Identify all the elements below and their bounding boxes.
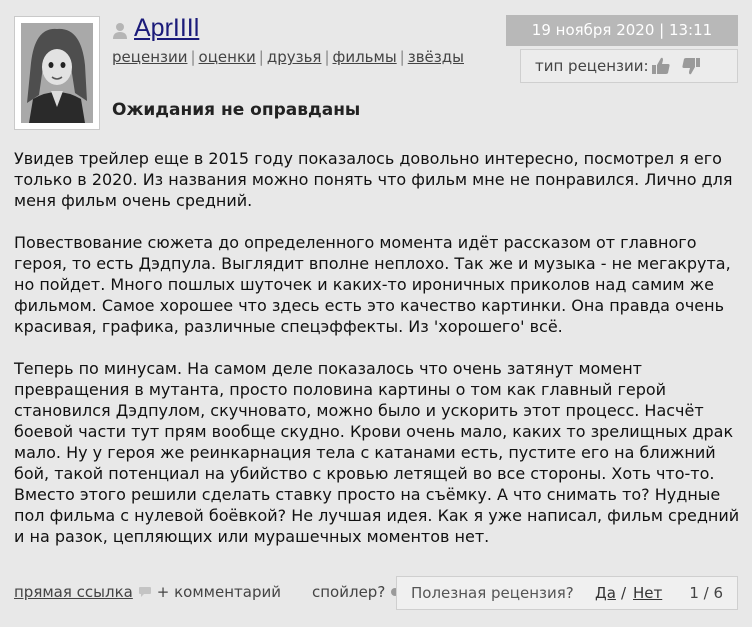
tab-reviews[interactable]: рецензии <box>112 48 187 66</box>
user-icon <box>112 22 128 40</box>
tab-separator: | <box>399 48 405 66</box>
tab-separator: | <box>190 48 196 66</box>
useful-count: 1 / 6 <box>689 584 723 602</box>
username-link[interactable]: AprIIIl <box>134 14 199 43</box>
comment-icon <box>139 587 151 597</box>
tab-stars[interactable]: звёзды <box>408 48 464 66</box>
direct-link[interactable]: прямая ссылка <box>14 583 133 601</box>
thumbs-up-icon[interactable] <box>651 56 671 76</box>
spoiler-toggle[interactable]: спойлер? <box>312 583 400 601</box>
useful-yes-link[interactable]: Да <box>595 584 616 602</box>
review-type-box: тип рецензии: <box>520 49 738 83</box>
review-body: Увидев трейлер еще в 2015 году показалос… <box>14 148 742 568</box>
spoiler-label: спойлер? <box>312 583 386 601</box>
tab-separator: | <box>324 48 330 66</box>
tab-separator: | <box>258 48 264 66</box>
review-paragraph: Увидев трейлер еще в 2015 году показалос… <box>14 149 733 210</box>
useful-separator: / <box>621 584 627 602</box>
review-paragraph: Повествование сюжета до определенного мо… <box>14 233 731 336</box>
useful-question: Полезная рецензия? <box>411 584 574 602</box>
add-comment-label: + комментарий <box>156 583 281 601</box>
useful-review-box: Полезная рецензия? Да / Нет 1 / 6 <box>396 576 738 610</box>
tab-friends[interactable]: друзья <box>267 48 322 66</box>
review-type-label: тип рецензии: <box>535 57 649 75</box>
useful-no-link[interactable]: Нет <box>633 584 662 602</box>
review-title: Ожидания не оправданы <box>112 100 361 120</box>
profile-tabs: рецензии | оценки | друзья | фильмы | звёзды <box>112 48 464 66</box>
thumbs-down-icon[interactable] <box>681 56 701 76</box>
tab-ratings[interactable]: оценки <box>199 48 256 66</box>
add-comment-button[interactable]: + комментарий <box>138 583 281 601</box>
user-avatar[interactable] <box>14 16 100 130</box>
review-date: 19 ноября 2020 | 13:11 <box>506 15 738 46</box>
review-paragraph: Теперь по минусам. На самом деле показал… <box>14 359 740 546</box>
tab-films[interactable]: фильмы <box>333 48 397 66</box>
